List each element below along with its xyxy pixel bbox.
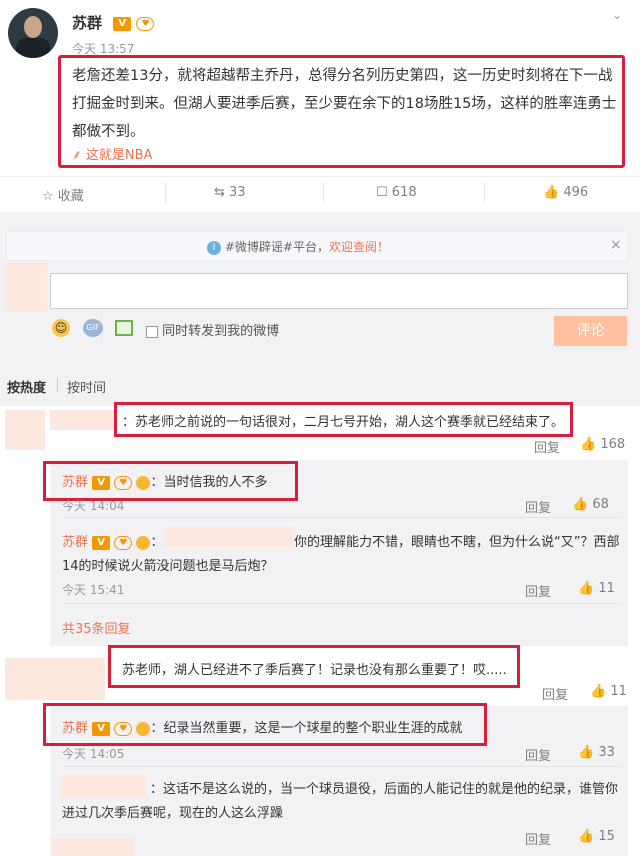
comment-like-count: 11 xyxy=(610,684,627,699)
thumb-up-icon: 👍 xyxy=(580,437,601,452)
notice-text: i #微博辟谣#平台，欢迎查阅！ xyxy=(207,238,389,255)
author-name-text[interactable]: 苏群 xyxy=(72,14,102,32)
more-replies-link[interactable]: 共35条回复 xyxy=(62,618,131,637)
tab-time[interactable]: 按时间 xyxy=(67,377,106,396)
reply-text: ：纪录当然重要，这是一个球星的整个职业生涯的成就 xyxy=(150,721,463,736)
tab-hot[interactable]: 按热度 xyxy=(7,377,46,396)
like-count: 496 xyxy=(563,185,589,200)
thumb-up-icon: 👍 xyxy=(543,185,564,200)
reply-text: ：这话不是这么说的，当一个球员退役，后面的人能记住的就是他的纪录，谁管你进过几次… xyxy=(62,782,619,821)
tag-text[interactable]: 这就是NBA xyxy=(86,148,153,163)
thumb-up-icon: 👍 xyxy=(572,497,593,512)
star-icon: ☆ xyxy=(42,189,58,204)
like-button[interactable]: 👍 496 xyxy=(543,185,588,200)
comment-like-button[interactable]: 👍 15 xyxy=(578,829,615,844)
comment-like-count: 33 xyxy=(598,745,615,760)
sort-tabs: 按热度 按时间 xyxy=(0,370,640,400)
comment-like-count: 15 xyxy=(598,829,615,844)
repost-button[interactable]: ⇆ 33 xyxy=(214,185,246,200)
reply-time: 今天 15:41 xyxy=(62,583,125,597)
comment-like-count: 68 xyxy=(592,497,609,512)
notice-prefix: #微博辟谣#平台， xyxy=(224,240,329,254)
comment-text: ：苏老师之前说的一句话很对，二月七号开始，湖人这个赛季就已经结束了。 xyxy=(122,415,565,430)
comment-like-button[interactable]: 👍 33 xyxy=(578,745,615,760)
comment-username xyxy=(50,410,116,430)
my-avatar xyxy=(5,262,47,312)
repost-checkbox-label: 同时转发到我的微博 xyxy=(162,324,280,339)
close-icon[interactable]: × xyxy=(610,237,622,253)
info-icon: i xyxy=(207,240,221,255)
verified-badge: V xyxy=(92,721,111,736)
repost-checkbox[interactable] xyxy=(146,325,158,338)
reply-author[interactable]: 苏群 xyxy=(62,721,88,736)
comment-like-button[interactable]: 👍 11 xyxy=(590,684,627,699)
author-name[interactable]: 苏群 V ♥ xyxy=(72,12,155,33)
reply-avatar-blurred xyxy=(52,838,134,856)
thumb-up-icon: 👍 xyxy=(578,581,599,596)
comment-button[interactable]: ☐ 618 xyxy=(376,185,417,200)
reply-button[interactable]: 回复 xyxy=(542,684,568,703)
reply-button[interactable]: 回复 xyxy=(525,581,551,600)
comment-count: 618 xyxy=(391,185,417,200)
dropdown-icon[interactable]: ⌄ xyxy=(612,8,622,22)
sub-reply: 苏群 V ♥ ：纪录当然重要，这是一个球星的整个职业生涯的成就 xyxy=(62,717,462,736)
comment-avatar xyxy=(5,410,45,450)
tag-icon: ⸙ xyxy=(72,148,86,163)
gif-icon[interactable]: GIF xyxy=(83,319,103,337)
notice-link[interactable]: 欢迎查阅！ xyxy=(329,240,389,254)
thumb-up-icon: 👍 xyxy=(578,829,599,844)
action-bar: ☆ 收藏 ⇆ 33 ☐ 618 👍 496 xyxy=(0,176,640,210)
reply-button[interactable]: 回复 xyxy=(525,745,551,764)
submit-comment-button[interactable]: 评论 xyxy=(554,316,627,346)
comment-like-button[interactable]: 👍 68 xyxy=(572,497,609,512)
thumb-up-icon: 👍 xyxy=(590,684,611,699)
thumb-up-icon: 👍 xyxy=(578,745,599,760)
vip-icon: ♥ xyxy=(114,721,133,736)
reply-time: 今天 14:04 xyxy=(62,499,125,513)
repost-count: 33 xyxy=(229,185,246,200)
post-tag[interactable]: ⸙ 这就是NBA xyxy=(72,144,152,163)
vip-icon: ♥ xyxy=(136,16,155,31)
sub-reply: 苏群 V ♥ ：当时信我的人不多 xyxy=(62,471,267,490)
reply-text: ：当时信我的人不多 xyxy=(150,475,268,490)
reply-author[interactable]: 苏群 xyxy=(62,475,88,490)
verified-badge: V xyxy=(92,475,111,490)
favorite-button[interactable]: ☆ 收藏 xyxy=(42,185,84,204)
reply-text: 你的理解能力不错，眼睛也不瞎，但为什么说“又”？西部14的时候说火箭没问题也是马… xyxy=(62,535,620,574)
reply-button[interactable]: 回复 xyxy=(525,829,551,848)
favorite-label: 收藏 xyxy=(57,189,84,204)
repost-icon: ⇆ xyxy=(214,185,230,200)
emoji-icon[interactable]: ☺ xyxy=(52,319,70,337)
repost-checkbox-wrap: 同时转发到我的微博 xyxy=(146,320,279,339)
reply-button[interactable]: 回复 xyxy=(525,497,551,516)
avatar[interactable] xyxy=(8,8,58,58)
medal-icon xyxy=(136,721,151,736)
comment-like-button[interactable]: 👍 168 xyxy=(580,437,625,452)
reply-button[interactable]: 回复 xyxy=(534,437,560,456)
comment-text: 苏老师，湖人已经进不了季后赛了！记录也没有那么重要了！哎..... xyxy=(122,663,507,678)
comment-like-count: 168 xyxy=(600,437,626,452)
verified-badge: V xyxy=(113,16,132,31)
image-icon[interactable] xyxy=(115,320,133,336)
vip-icon: ♥ xyxy=(114,475,133,490)
comment-like-count: 11 xyxy=(598,581,615,596)
medal-icon xyxy=(136,475,151,490)
comment-avatar xyxy=(5,658,105,700)
comment-icon: ☐ xyxy=(376,185,392,200)
post-text: 老詹还差13分，就将超越帮主乔丹，总得分名列历史第四，这一历史时刻将在下一战打掘… xyxy=(72,68,617,140)
comment-like-button[interactable]: 👍 11 xyxy=(578,581,615,596)
comment-input[interactable] xyxy=(50,273,628,309)
reply-time: 今天 14:05 xyxy=(62,747,125,761)
